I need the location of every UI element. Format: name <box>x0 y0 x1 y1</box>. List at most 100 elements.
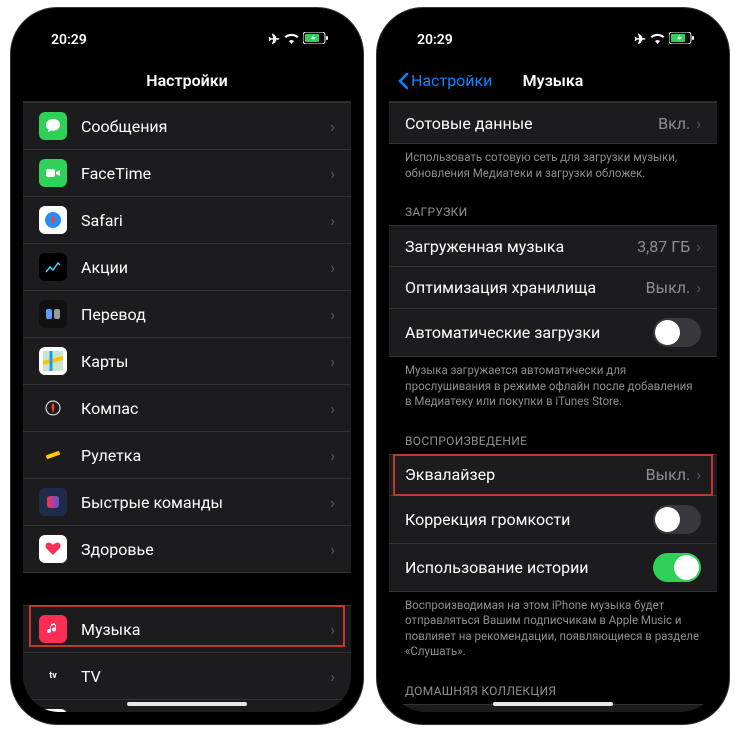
chevron-right-icon: › <box>330 667 335 686</box>
music-icon <box>39 615 67 643</box>
cell-label: Музыка <box>81 620 330 639</box>
compass-icon <box>39 206 67 234</box>
measure-icon <box>39 441 67 469</box>
home-sharing-header: ДОМАШНЯЯ КОЛЛЕКЦИЯ <box>389 670 717 704</box>
airplane-icon: ✈︎ <box>634 32 646 48</box>
cell-label: Рулетка <box>81 446 330 465</box>
use-history-row: Использование истории <box>389 544 717 592</box>
settings-row-compass2[interactable]: Компас› <box>23 385 351 432</box>
home-indicator[interactable] <box>127 702 247 706</box>
phone-left: 20:29 ✈︎ Настройки Сообщения›FaceTime›Sa… <box>11 8 363 724</box>
battery-icon <box>303 32 329 48</box>
status-icons: ✈︎ <box>634 32 695 48</box>
content-left[interactable]: Сообщения›FaceTime›Safari›Акции›Перевод›… <box>23 102 351 712</box>
settings-row-compass[interactable]: Safari› <box>23 197 351 244</box>
playback-header: ВОСПРОИЗВЕДЕНИЕ <box>389 420 717 454</box>
chevron-right-icon: › <box>330 620 335 639</box>
chevron-right-icon: › <box>696 278 701 297</box>
status-icons: ✈︎ <box>268 32 329 48</box>
settings-row-maps[interactable]: Карты› <box>23 338 351 385</box>
cellular-data-row[interactable]: Сотовые данные Вкл. › <box>389 102 717 144</box>
nav-bar: Настройки <box>23 60 351 102</box>
cell-label: Оптимизация хранилища <box>405 278 646 297</box>
home-indicator[interactable] <box>493 702 613 706</box>
cell-label: Быстрые команды <box>81 493 330 512</box>
cell-value: Выкл. <box>646 465 691 484</box>
equalizer-row[interactable]: Эквалайзер Выкл. › <box>389 454 717 496</box>
downloads-footer: Музыка загружается автоматически для про… <box>389 357 717 420</box>
video-icon <box>39 159 67 187</box>
cell-label: Сотовые данные <box>405 114 658 133</box>
cell-value: Выкл. <box>646 278 691 297</box>
sound-check-toggle[interactable] <box>653 505 701 534</box>
settings-row-stocks[interactable]: Акции› <box>23 244 351 291</box>
airplane-icon: ✈︎ <box>268 32 280 48</box>
chevron-right-icon: › <box>330 446 335 465</box>
page-title: Настройки <box>146 71 228 90</box>
chevron-right-icon: › <box>330 540 335 559</box>
chevron-right-icon: › <box>696 465 701 484</box>
translate-icon <box>39 300 67 328</box>
cell-label: Карты <box>81 352 330 371</box>
chevron-right-icon: › <box>330 399 335 418</box>
notch <box>107 8 267 34</box>
chevron-right-icon: › <box>330 352 335 371</box>
sound-check-row: Коррекция громкости <box>389 496 717 544</box>
cellular-footer: Использовать сотовую сеть для загрузки м… <box>389 144 717 191</box>
use-history-toggle[interactable] <box>653 553 701 582</box>
screen-right: 20:29 ✈︎ Настройки Музыка Сотовые данные… <box>389 20 717 712</box>
chevron-right-icon: › <box>330 211 335 230</box>
cell-label: TV <box>81 667 330 686</box>
cell-label: Загруженная музыка <box>405 237 637 256</box>
screen-left: 20:29 ✈︎ Настройки Сообщения›FaceTime›Sa… <box>23 20 351 712</box>
nav-bar: Настройки Музыка <box>389 60 717 102</box>
notch <box>473 8 633 34</box>
chevron-left-icon <box>397 72 409 90</box>
cell-label: Сообщения <box>81 117 330 136</box>
chevron-right-icon: › <box>330 258 335 277</box>
auto-downloads-row: Автоматические загрузки <box>389 309 717 357</box>
battery-icon <box>669 32 695 48</box>
cell-label: Коррекция громкости <box>405 510 653 529</box>
chevron-right-icon: › <box>330 164 335 183</box>
chevron-right-icon: › <box>330 117 335 136</box>
cell-value: Вкл. <box>658 114 690 133</box>
content-right[interactable]: Сотовые данные Вкл. › Использовать сотов… <box>389 102 717 712</box>
cell-label: Автоматические загрузки <box>405 323 653 342</box>
compass2-icon <box>39 394 67 422</box>
cell-label: Перевод <box>81 305 330 324</box>
status-time: 20:29 <box>51 32 87 48</box>
section-spacer <box>23 573 351 605</box>
health-icon <box>39 535 67 563</box>
settings-row-shortcuts[interactable]: Быстрые команды› <box>23 479 351 526</box>
cell-label: Здоровье <box>81 540 330 559</box>
cell-label: Акции <box>81 258 330 277</box>
settings-row-music[interactable]: Музыка› <box>23 605 351 653</box>
cell-label: FaceTime <box>81 164 330 183</box>
shortcuts-icon <box>39 488 67 516</box>
maps-icon <box>39 347 67 375</box>
settings-row-measure[interactable]: Рулетка› <box>23 432 351 479</box>
downloaded-music-row[interactable]: Загруженная музыка 3,87 ГБ › <box>389 225 717 267</box>
cell-label: Эквалайзер <box>405 465 646 484</box>
settings-row-bubble[interactable]: Сообщения› <box>23 102 351 150</box>
page-title: Музыка <box>523 71 584 90</box>
optimize-storage-row[interactable]: Оптимизация хранилища Выкл. › <box>389 267 717 309</box>
back-button[interactable]: Настройки <box>397 71 492 90</box>
chevron-right-icon: › <box>696 114 701 133</box>
settings-row-translate[interactable]: Перевод› <box>23 291 351 338</box>
settings-row-health[interactable]: Здоровье› <box>23 526 351 573</box>
settings-row-tv[interactable]: tvTV› <box>23 653 351 700</box>
photos-icon <box>39 709 67 712</box>
cell-label: Использование истории <box>405 558 653 577</box>
settings-row-video[interactable]: FaceTime› <box>23 150 351 197</box>
playback-footer: Воспроизводимая на этом iPhone музыка бу… <box>389 592 717 670</box>
bubble-icon <box>39 112 67 140</box>
chevron-right-icon: › <box>696 237 701 256</box>
auto-downloads-toggle[interactable] <box>653 318 701 347</box>
downloads-header: ЗАГРУЗКИ <box>389 191 717 225</box>
chevron-right-icon: › <box>330 493 335 512</box>
wifi-icon <box>650 32 665 48</box>
chevron-right-icon: › <box>330 305 335 324</box>
stocks-icon <box>39 253 67 281</box>
